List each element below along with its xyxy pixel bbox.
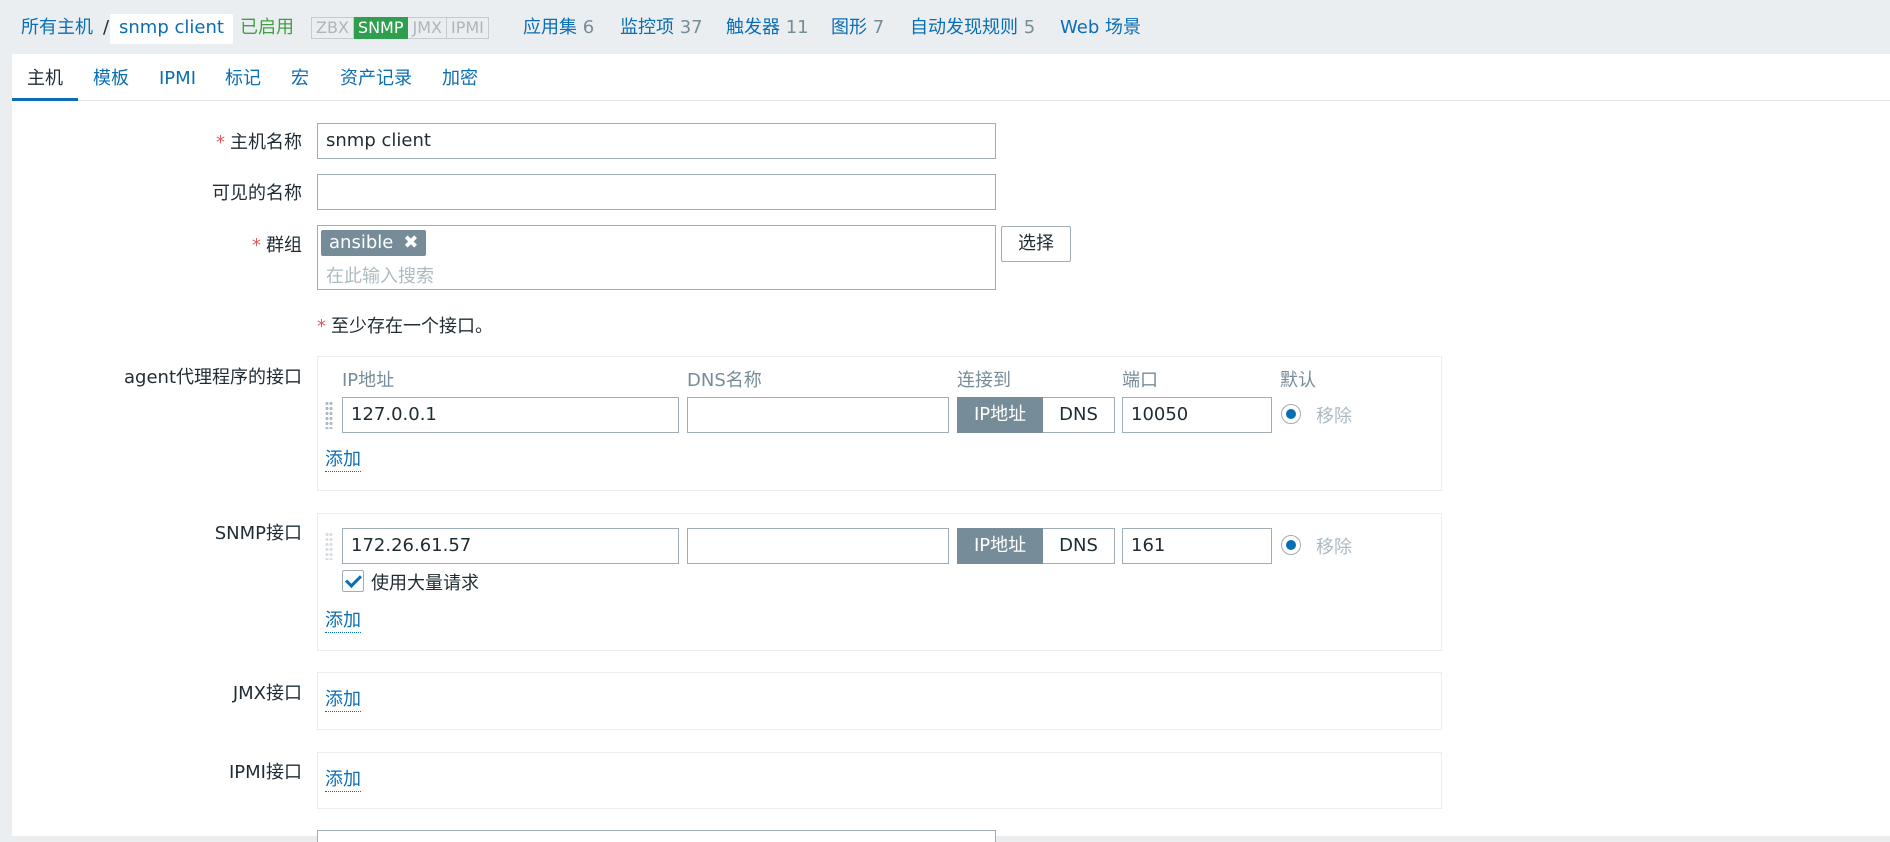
- link-count: 37: [679, 17, 703, 38]
- link-label: 图形: [831, 17, 867, 38]
- tab-ipmi[interactable]: IPMI: [159, 66, 196, 98]
- link-label: Web 场景: [1060, 17, 1141, 38]
- host-name-label: * 主机名称: [216, 128, 302, 154]
- agent-port-input[interactable]: 10050: [1122, 397, 1272, 433]
- host-name-label-text: 主机名称: [230, 132, 302, 153]
- snmp-bulk-checkbox[interactable]: [342, 570, 364, 592]
- agent-connect-to-toggle: IP地址 DNS: [957, 397, 1115, 433]
- groups-multiselect[interactable]: ansible ✖ 在此输入搜索: [317, 225, 996, 290]
- snmp-ip-input[interactable]: 172.26.61.57: [342, 528, 679, 564]
- link-count: 5: [1023, 17, 1036, 38]
- zbx-availability-badge: ZBX: [311, 17, 354, 39]
- tab-inventory[interactable]: 资产记录: [340, 66, 412, 98]
- visible-name-label: 可见的名称: [212, 183, 302, 204]
- required-mark: *: [317, 316, 326, 337]
- groups-search-placeholder[interactable]: 在此输入搜索: [326, 262, 434, 288]
- snmp-add-link[interactable]: 添加: [325, 610, 361, 633]
- tab-tags[interactable]: 标记: [225, 66, 261, 98]
- visible-name-input[interactable]: [317, 174, 996, 210]
- agent-remove-button[interactable]: 移除: [1316, 402, 1352, 428]
- column-dns: DNS名称: [687, 370, 762, 391]
- tab-encryption[interactable]: 加密: [442, 66, 478, 98]
- agent-add-link[interactable]: 添加: [325, 449, 361, 472]
- drag-handle-icon[interactable]: [325, 532, 333, 560]
- agent-connect-dns-option[interactable]: DNS: [1043, 397, 1115, 433]
- link-count: 7: [872, 17, 885, 38]
- groups-label-text: 群组: [266, 235, 302, 256]
- link-count: 6: [582, 17, 595, 38]
- interface-required-notice: * 至少存在一个接口。: [317, 312, 493, 338]
- notice-text: 至少存在一个接口。: [331, 316, 493, 337]
- link-count: 11: [785, 17, 809, 38]
- required-mark: *: [216, 132, 225, 153]
- group-chip-label: ansible: [329, 232, 394, 253]
- column-ip: IP地址: [342, 370, 395, 391]
- ipmi-availability-badge: IPMI: [446, 17, 489, 39]
- select-groups-button[interactable]: 选择: [1001, 226, 1071, 262]
- next-field-input[interactable]: [317, 830, 996, 842]
- link-items[interactable]: 监控项 37: [620, 14, 703, 44]
- jmx-availability-badge: JMX: [408, 17, 447, 39]
- host-tabs: 主机 模板 IPMI 标记 宏 资产记录 加密: [12, 54, 1890, 101]
- column-default: 默认: [1280, 370, 1316, 391]
- tab-host[interactable]: 主机: [12, 66, 78, 101]
- chip-remove-icon[interactable]: ✖: [403, 232, 418, 253]
- breadcrumb-current-host[interactable]: snmp client: [110, 14, 233, 44]
- breadcrumb-separator: /: [103, 17, 110, 38]
- link-triggers[interactable]: 触发器 11: [726, 14, 809, 44]
- link-label: 监控项: [620, 17, 674, 38]
- column-port: 端口: [1122, 370, 1158, 391]
- jmx-add-link[interactable]: 添加: [325, 689, 361, 712]
- group-chip-ansible: ansible ✖: [321, 230, 427, 256]
- groups-label: * 群组: [252, 231, 302, 257]
- snmp-port-input[interactable]: 161: [1122, 528, 1272, 564]
- ipmi-interface-box: [317, 752, 1442, 809]
- tab-templates[interactable]: 模板: [93, 66, 129, 98]
- link-web-scenarios[interactable]: Web 场景: [1060, 14, 1141, 44]
- breadcrumb-all-hosts[interactable]: 所有主机: [21, 14, 93, 44]
- snmp-connect-dns-option[interactable]: DNS: [1043, 528, 1115, 564]
- link-label: 自动发现规则: [910, 17, 1018, 38]
- agent-default-radio[interactable]: [1281, 404, 1301, 424]
- link-applications[interactable]: 应用集 6: [523, 14, 594, 44]
- tab-macros[interactable]: 宏: [291, 66, 309, 98]
- snmp-default-radio[interactable]: [1281, 535, 1301, 555]
- snmp-remove-button[interactable]: 移除: [1316, 533, 1352, 559]
- agent-dns-input[interactable]: [687, 397, 949, 433]
- agent-ip-input[interactable]: 127.0.0.1: [342, 397, 679, 433]
- jmx-interface-box: [317, 672, 1442, 730]
- host-name-input[interactable]: snmp client: [317, 123, 996, 159]
- ipmi-interface-label: IPMI接口: [228, 762, 302, 783]
- snmp-connect-to-toggle: IP地址 DNS: [957, 528, 1115, 564]
- agent-connect-ip-option[interactable]: IP地址: [957, 397, 1044, 433]
- snmp-connect-ip-option[interactable]: IP地址: [957, 528, 1044, 564]
- link-label: 触发器: [726, 17, 780, 38]
- link-discovery-rules[interactable]: 自动发现规则 5: [910, 14, 1035, 44]
- ipmi-add-link[interactable]: 添加: [325, 769, 361, 792]
- drag-handle-icon[interactable]: [325, 401, 333, 429]
- required-mark: *: [252, 235, 261, 256]
- link-label: 应用集: [523, 17, 577, 38]
- agent-interface-label: agent代理程序的接口: [124, 367, 302, 388]
- jmx-interface-label: JMX接口: [232, 683, 302, 704]
- link-graphs[interactable]: 图形 7: [831, 14, 884, 44]
- availability-badges: ZBX SNMP JMX IPMI: [311, 17, 489, 47]
- snmp-bulk-label: 使用大量请求: [371, 573, 479, 594]
- column-connect-to: 连接到: [957, 370, 1011, 391]
- snmp-availability-badge: SNMP: [353, 17, 409, 39]
- snmp-dns-input[interactable]: [687, 528, 949, 564]
- host-status-enabled[interactable]: 已启用: [240, 14, 294, 44]
- host-header-bar: 所有主机 / snmp client 已启用 ZBX SNMP JMX IPMI…: [0, 0, 1890, 54]
- snmp-interface-label: SNMP接口: [214, 523, 302, 544]
